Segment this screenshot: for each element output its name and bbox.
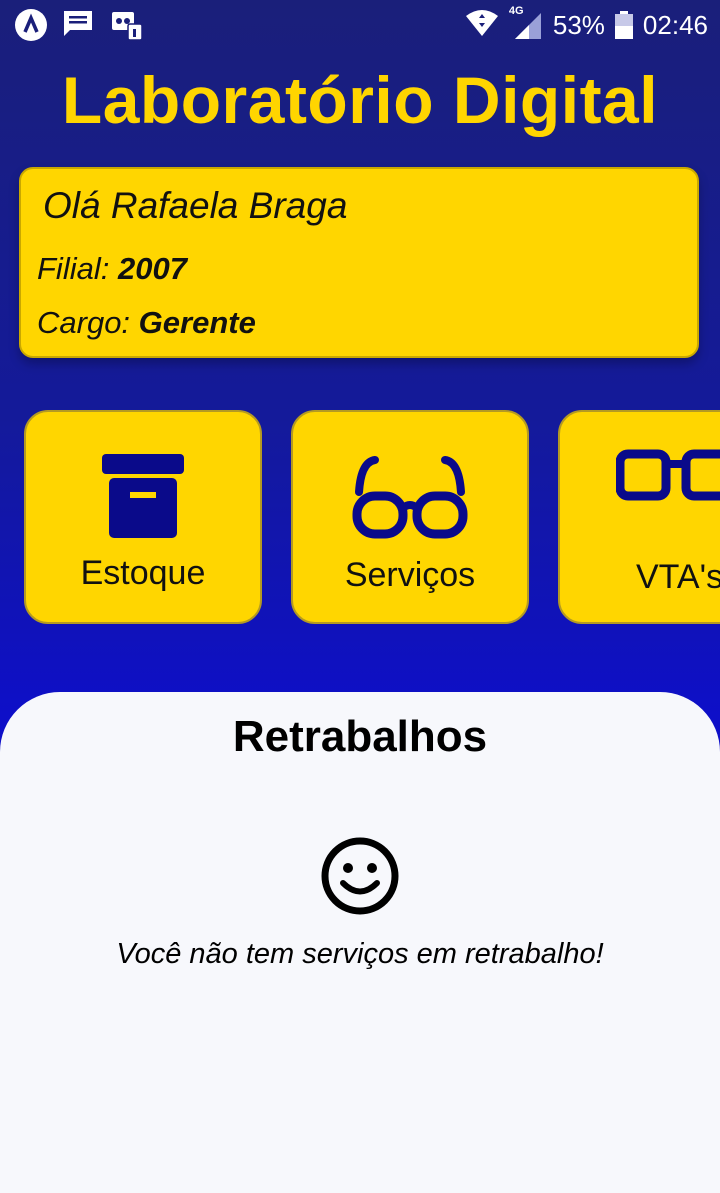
branch-label: Filial: — [37, 251, 110, 286]
tile-label-vtas: VTA's — [636, 558, 720, 596]
notification-icon — [110, 8, 144, 42]
glasses-icon — [293, 452, 527, 545]
tile-servicos[interactable]: Serviços — [291, 410, 529, 624]
empty-state-message: Você não tem serviços em retrabalho! — [116, 938, 604, 970]
tile-vtas[interactable]: VTA's — [558, 410, 720, 624]
panel-title: Retrabalhos — [232, 712, 488, 761]
battery-icon — [614, 11, 633, 39]
battery-percent: 53% — [552, 9, 605, 40]
message-icon — [62, 8, 96, 42]
shortcut-tiles: Estoque Serviços VTA's — [0, 410, 720, 630]
role-value: Gerente — [138, 305, 256, 340]
tile-label-servicos: Serviços — [344, 556, 476, 594]
clock: 02:46 — [642, 9, 708, 40]
greeting-text: Olá Rafaela Braga — [43, 185, 348, 226]
app-icon — [14, 8, 48, 42]
branch-row: Filial: 2007 — [37, 251, 187, 287]
user-info-card: Olá Rafaela Braga Filial: 2007 Cargo: Ge… — [19, 167, 699, 358]
signal-icon: 4G — [509, 5, 543, 41]
box-icon — [26, 452, 260, 545]
smiley-icon — [320, 836, 400, 916]
glasses-icon — [615, 448, 720, 509]
role-label: Cargo: — [37, 305, 131, 340]
wifi-icon — [465, 8, 499, 42]
status-bar: 4G 53% 02:46 — [0, 0, 720, 52]
role-row: Cargo: Gerente — [37, 305, 256, 341]
app-title: Laboratório Digital — [61, 63, 659, 137]
tile-estoque[interactable]: Estoque — [24, 410, 262, 624]
rework-panel: Retrabalhos Você não tem serviços em ret… — [0, 692, 720, 1193]
branch-value: 2007 — [117, 251, 187, 286]
tile-label-estoque: Estoque — [80, 554, 206, 592]
